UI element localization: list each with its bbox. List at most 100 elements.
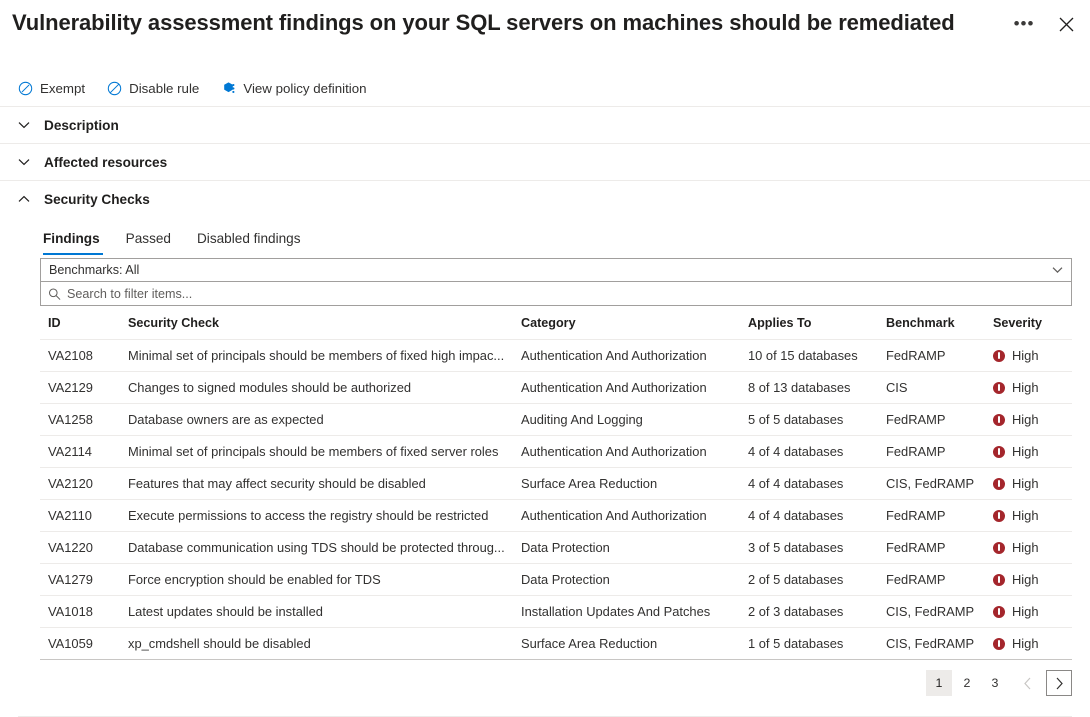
cell-severity: High [985, 436, 1072, 468]
section-affected-resources-label: Affected resources [44, 155, 167, 170]
table-row[interactable]: VA1279Force encryption should be enabled… [40, 564, 1072, 596]
disable-rule-button[interactable]: Disable rule [107, 79, 199, 98]
severity-label: High [1012, 604, 1039, 619]
cell-severity: High [985, 372, 1072, 404]
cell-id: VA1018 [40, 596, 120, 628]
chevron-up-icon [18, 193, 30, 205]
chevron-down-icon [18, 119, 30, 131]
severity-high-icon [993, 638, 1005, 650]
disable-rule-icon [107, 81, 122, 96]
page-button-3[interactable]: 3 [982, 670, 1008, 696]
cell-category: Authentication And Authorization [513, 340, 740, 372]
cell-category: Authentication And Authorization [513, 436, 740, 468]
column-header-category[interactable]: Category [513, 310, 740, 340]
view-policy-definition-label: View policy definition [243, 81, 366, 96]
findings-table-body: VA2108Minimal set of principals should b… [40, 340, 1072, 660]
cell-id: VA1258 [40, 404, 120, 436]
tab-disabled-findings[interactable]: Disabled findings [185, 229, 313, 255]
severity-high-icon [993, 446, 1005, 458]
table-row[interactable]: VA2110Execute permissions to access the … [40, 500, 1072, 532]
table-row[interactable]: VA1220Database communication using TDS s… [40, 532, 1072, 564]
findings-tablist: Findings Passed Disabled findings [40, 219, 1072, 255]
table-row[interactable]: VA2114Minimal set of principals should b… [40, 436, 1072, 468]
severity-badge: High [993, 412, 1064, 427]
table-row[interactable]: VA1258Database owners are as expectedAud… [40, 404, 1072, 436]
search-input[interactable] [41, 282, 1071, 305]
cell-benchmark: FedRAMP [878, 340, 985, 372]
section-affected-resources[interactable]: Affected resources [0, 143, 1090, 180]
cell-id: VA2129 [40, 372, 120, 404]
severity-badge: High [993, 508, 1064, 523]
table-row[interactable]: VA2129Changes to signed modules should b… [40, 372, 1072, 404]
severity-label: High [1012, 380, 1039, 395]
cell-applies-to: 8 of 13 databases [740, 372, 878, 404]
tab-findings-label: Findings [43, 231, 100, 246]
cell-category: Authentication And Authorization [513, 372, 740, 404]
severity-badge: High [993, 540, 1064, 555]
next-page-button[interactable] [1046, 670, 1072, 696]
cell-id: VA2110 [40, 500, 120, 532]
cell-id: VA2114 [40, 436, 120, 468]
severity-high-icon [993, 478, 1005, 490]
blade-titlebar: Vulnerability assessment findings on you… [0, 0, 1090, 48]
cell-benchmark: CIS, FedRAMP [878, 596, 985, 628]
page-button-1[interactable]: 1 [926, 670, 952, 696]
cell-applies-to: 4 of 4 databases [740, 436, 878, 468]
cell-category: Surface Area Reduction [513, 628, 740, 660]
severity-label: High [1012, 348, 1039, 363]
tab-disabled-findings-label: Disabled findings [197, 231, 301, 246]
severity-label: High [1012, 444, 1039, 459]
section-description-label: Description [44, 118, 119, 133]
cell-check: Execute permissions to access the regist… [120, 500, 513, 532]
cell-severity: High [985, 596, 1072, 628]
severity-high-icon [993, 606, 1005, 618]
tab-passed-label: Passed [126, 231, 171, 246]
severity-high-icon [993, 542, 1005, 554]
table-row[interactable]: VA1018Latest updates should be installed… [40, 596, 1072, 628]
cell-category: Auditing And Logging [513, 404, 740, 436]
cell-applies-to: 2 of 3 databases [740, 596, 878, 628]
column-header-applies-to[interactable]: Applies To [740, 310, 878, 340]
ellipsis-icon: ••• [1014, 19, 1035, 29]
table-row[interactable]: VA2120Features that may affect security … [40, 468, 1072, 500]
search-filter-box[interactable] [40, 282, 1072, 306]
table-row[interactable]: VA2108Minimal set of principals should b… [40, 340, 1072, 372]
tab-passed[interactable]: Passed [114, 229, 183, 255]
cell-benchmark: CIS, FedRAMP [878, 468, 985, 500]
cell-severity: High [985, 468, 1072, 500]
severity-label: High [1012, 572, 1039, 587]
more-options-button[interactable]: ••• [1010, 10, 1038, 38]
chevron-right-icon [1055, 677, 1064, 690]
table-header-row: ID Security Check Category Applies To Be… [40, 310, 1072, 340]
severity-badge: High [993, 636, 1064, 651]
cell-check: Force encryption should be enabled for T… [120, 564, 513, 596]
pagination: 1 2 3 [40, 660, 1072, 700]
titlebar-actions: ••• [1010, 10, 1080, 38]
chevron-down-icon [18, 156, 30, 168]
view-policy-definition-button[interactable]: View policy definition [221, 79, 366, 98]
column-header-check[interactable]: Security Check [120, 310, 513, 340]
section-description[interactable]: Description [0, 106, 1090, 143]
exempt-button[interactable]: Exempt [18, 79, 85, 98]
close-button[interactable] [1052, 10, 1080, 38]
security-checks-panel: Findings Passed Disabled findings Benchm… [0, 219, 1090, 700]
column-header-severity[interactable]: Severity [985, 310, 1072, 340]
severity-badge: High [993, 572, 1064, 587]
cell-check: Database communication using TDS should … [120, 532, 513, 564]
page-button-2[interactable]: 2 [954, 670, 980, 696]
chevron-left-icon [1023, 677, 1032, 690]
cell-check: Features that may affect security should… [120, 468, 513, 500]
exempt-label: Exempt [40, 81, 85, 96]
benchmarks-select[interactable]: Benchmarks: All [40, 258, 1072, 282]
tab-findings[interactable]: Findings [40, 229, 112, 255]
severity-label: High [1012, 476, 1039, 491]
cell-benchmark: FedRAMP [878, 436, 985, 468]
benchmarks-select-value: Benchmarks: All [49, 263, 139, 277]
cell-severity: High [985, 340, 1072, 372]
column-header-id[interactable]: ID [40, 310, 120, 340]
section-security-checks[interactable]: Security Checks [0, 180, 1090, 217]
column-header-benchmark[interactable]: Benchmark [878, 310, 985, 340]
severity-label: High [1012, 540, 1039, 555]
table-row[interactable]: VA1059xp_cmdshell should be disabledSurf… [40, 628, 1072, 660]
cell-benchmark: FedRAMP [878, 532, 985, 564]
